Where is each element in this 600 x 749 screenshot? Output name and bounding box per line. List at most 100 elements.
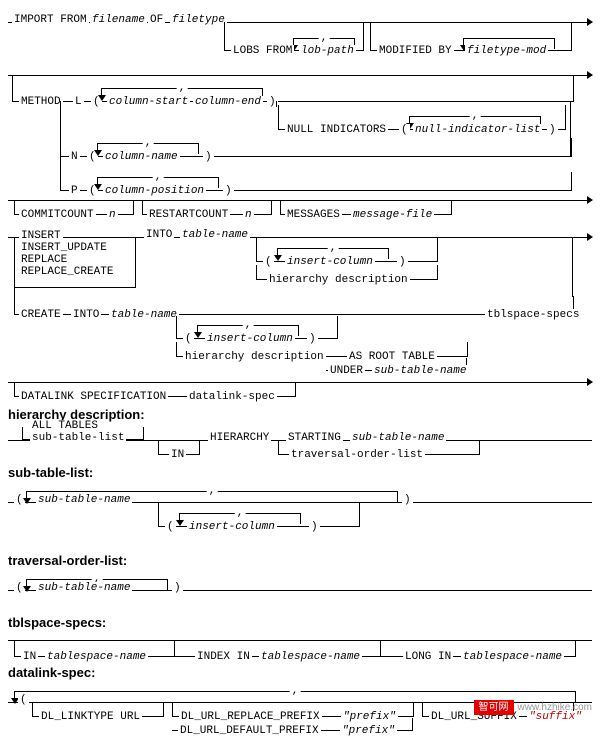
arrow	[194, 332, 202, 338]
title-tbs: tblspace-specs:	[8, 615, 592, 630]
frag-chd: hierarchy description	[183, 351, 326, 363]
var-tol: sub-table-name	[36, 582, 132, 594]
rp: )	[172, 582, 183, 594]
rail-tol: ( , sub-table-name )	[8, 590, 592, 605]
rp: )	[223, 185, 234, 197]
branch-in: IN	[158, 440, 200, 455]
sep-stl-ic: ,	[235, 507, 246, 519]
frag-hdesc: hierarchy description	[267, 274, 410, 286]
rail-tbs: IN tablespace-name INDEX IN tablespace-n…	[8, 640, 592, 655]
mode-repcr: REPLACE_CREATE	[19, 266, 115, 278]
sepv1	[174, 640, 175, 656]
kw-modified-by: MODIFIED BY	[377, 45, 454, 57]
sep-stl: ,	[207, 485, 218, 497]
branch-create-ic: , ( insert-column )	[176, 316, 338, 339]
sep-P: ,	[153, 171, 164, 183]
kw-into-c: INTO	[71, 309, 101, 321]
mode-replace: REPLACE	[19, 254, 69, 266]
sep-cic: ,	[243, 319, 254, 331]
kw-commit: COMMITCOUNT	[19, 209, 96, 221]
branch-null-ind: , NULL INDICATORS ( null-indicator-list …	[278, 105, 566, 130]
kw-alltables: ALL TABLES	[30, 420, 100, 432]
sep-L: ,	[177, 82, 188, 94]
lp: (	[18, 694, 29, 706]
rail-import-from: IMPORT FROM filename OF filetype , LOBS …	[8, 22, 592, 37]
kw-lobs-from: LOBS FROM	[231, 45, 294, 57]
kw-import-from: IMPORT FROM	[12, 14, 89, 26]
arrow	[94, 184, 102, 190]
rp: )	[402, 494, 413, 506]
var-tn-c: table-name	[109, 309, 179, 321]
var-ts1: tablespace-name	[45, 651, 148, 663]
rail-modes: INSERT INSERT_UPDATE REPLACE REPLACE_CRE…	[8, 237, 592, 348]
sep-ic: ,	[328, 242, 339, 254]
rail-hdesc: ALL TABLES sub-table-list IN HIERARCHY S…	[8, 440, 592, 455]
frag-tbs: tblspace-specs	[485, 309, 581, 321]
arrow	[98, 95, 106, 101]
conn-create	[14, 237, 15, 297]
kw-restart: RESTARTCOUNT	[147, 209, 230, 221]
branch-dl-rp: DL_URL_REPLACE_PREFIX "prefix"	[172, 702, 414, 717]
kw-in: IN	[169, 449, 186, 461]
var-filename: filename	[90, 14, 147, 26]
rail-counts: COMMITCOUNT n RESTARTCOUNT n MESSAGES me…	[8, 200, 592, 215]
var-colname: column-name	[103, 151, 180, 163]
kw-hier: HIERARCHY	[208, 432, 271, 444]
branch-modified-by: MODIFIED BY filetype-mod	[370, 22, 572, 51]
connector-N	[60, 101, 61, 139]
frag-stl: sub-table-list	[30, 432, 126, 444]
var-colend: column-end	[193, 96, 263, 108]
kw-idxin: INDEX IN	[195, 651, 252, 663]
branch-stl-ic: , ( insert-column )	[158, 502, 360, 527]
lp: (	[165, 521, 176, 533]
var-n2: n	[243, 209, 254, 221]
sep-dspec: ,	[290, 685, 301, 697]
branch-create-under: UNDER sub-table-name	[326, 358, 467, 371]
watermark-tag: 智可网	[474, 700, 514, 715]
sep-N: ,	[143, 137, 154, 149]
arrow	[274, 255, 282, 261]
watermark: 智可网www.hzhike.com	[474, 698, 592, 713]
var-tablename: table-name	[180, 229, 250, 241]
var-ts2: tablespace-name	[259, 651, 362, 663]
mode-insup: INSERT_UPDATE	[19, 242, 109, 254]
mode-insert: INSERT	[19, 230, 63, 242]
title-stl: sub-table-list:	[8, 465, 592, 480]
kw-method: METHOD	[19, 96, 63, 108]
kw-of: OF	[148, 14, 165, 26]
var-stn: sub-table-name	[36, 494, 132, 506]
branch-P: P ( , column-position )	[60, 172, 572, 191]
branch-commit: COMMITCOUNT n	[14, 200, 134, 215]
var-n1: n	[107, 209, 118, 221]
branch-dl-lt: DL_LINKTYPE URL	[32, 702, 164, 717]
kw-messages: MESSAGES	[285, 209, 342, 221]
branch-mode-stack: INSERT INSERT_UPDATE REPLACE REPLACE_CRE…	[14, 237, 136, 288]
connector-P	[60, 156, 61, 173]
arrow	[176, 520, 184, 526]
watermark-url: www.hzhike.com	[514, 702, 592, 713]
kw-null-ind: NULL INDICATORS	[285, 124, 388, 136]
var-filetype: filetype	[170, 14, 227, 26]
rp: )	[547, 124, 558, 136]
var-filetype-mod: filetype-mod	[465, 45, 548, 57]
branch-hdesc: hierarchy description	[256, 265, 438, 280]
rail-method: METHOD L ( , column-start column-end ) ,…	[8, 75, 592, 196]
var-null-list: null-indicator-list	[413, 124, 542, 136]
sep-null: ,	[470, 110, 481, 122]
var-colpos: column-position	[103, 185, 206, 197]
rp: )	[309, 521, 320, 533]
var-stl-ic: insert-column	[187, 521, 277, 533]
branch-N: N ( , column-name )	[60, 138, 572, 157]
branch-method: METHOD L ( , column-start column-end )	[12, 75, 574, 102]
kw-create: CREATE	[19, 309, 63, 321]
kw-under: UNDER	[328, 365, 365, 377]
var-stn: sub-table-name	[372, 365, 468, 377]
var-msgfile: message-file	[351, 209, 434, 221]
branch-create: CREATE INTO table-name tblspace-specs	[14, 296, 574, 315]
var-lob-path: lob-path	[299, 45, 356, 57]
branch-restart: RESTARTCOUNT n	[142, 200, 272, 215]
branch-create-hd: hierarchy description AS ROOT TABLE	[176, 342, 468, 357]
var-pfx2: "prefix"	[340, 725, 397, 737]
kw-dlspec: DATALINK SPECIFICATION	[19, 391, 168, 403]
branch-tol: traversal-order-list	[278, 440, 480, 455]
